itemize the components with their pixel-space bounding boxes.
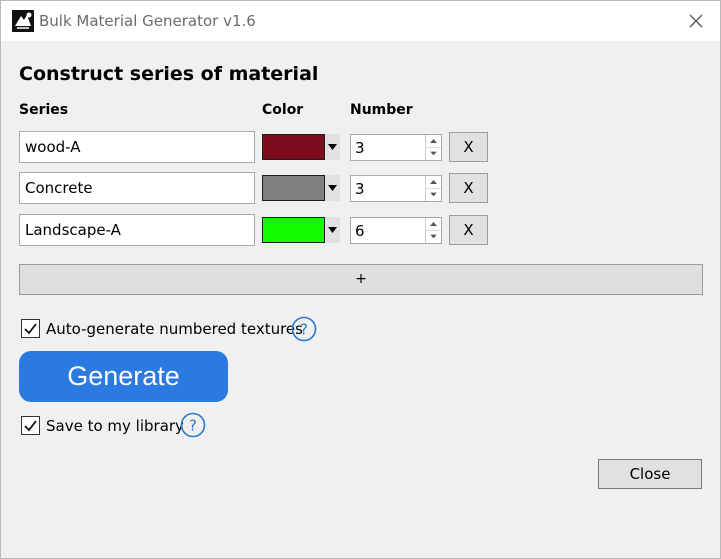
- number-stepper[interactable]: 3: [350, 175, 442, 202]
- window-title: Bulk Material Generator v1.6: [39, 12, 256, 30]
- series-row: Concrete 3 X: [1, 172, 721, 204]
- number-stepper[interactable]: 3: [350, 134, 442, 161]
- color-swatch[interactable]: [262, 175, 325, 201]
- generate-button[interactable]: Generate: [19, 351, 228, 402]
- chevron-down-icon[interactable]: [327, 184, 338, 192]
- remove-row-button[interactable]: X: [449, 215, 488, 245]
- number-value[interactable]: 6: [355, 222, 365, 240]
- color-picker[interactable]: [262, 217, 340, 243]
- svg-text:?: ?: [189, 417, 197, 435]
- series-name-input[interactable]: Landscape-A: [19, 214, 255, 246]
- number-stepper[interactable]: 6: [350, 217, 442, 244]
- save-library-label[interactable]: Save to my library: [46, 417, 184, 435]
- chevron-down-icon[interactable]: [327, 143, 338, 151]
- spin-up-icon[interactable]: [426, 218, 441, 230]
- close-button[interactable]: Close: [598, 459, 702, 489]
- add-row-button[interactable]: +: [19, 264, 703, 295]
- remove-row-button[interactable]: X: [449, 173, 488, 203]
- spin-down-icon[interactable]: [426, 230, 441, 242]
- chevron-down-icon[interactable]: [327, 226, 338, 234]
- svg-text:?: ?: [300, 321, 308, 339]
- color-swatch[interactable]: [262, 134, 325, 160]
- auto-generate-label[interactable]: Auto-generate numbered textures: [46, 320, 303, 338]
- spinner[interactable]: [425, 218, 441, 243]
- series-row: wood-A 3 X: [1, 131, 721, 163]
- number-column-header: Number: [350, 102, 413, 118]
- app-logo-icon: [12, 10, 34, 32]
- color-column-header: Color: [262, 102, 304, 118]
- spin-down-icon[interactable]: [426, 188, 441, 200]
- title-bar[interactable]: Bulk Material Generator v1.6: [1, 1, 720, 41]
- number-value[interactable]: 3: [355, 139, 365, 157]
- spin-up-icon[interactable]: [426, 135, 441, 147]
- spinner[interactable]: [425, 176, 441, 201]
- color-swatch[interactable]: [262, 217, 325, 243]
- spinner[interactable]: [425, 135, 441, 160]
- series-name-input[interactable]: wood-A: [19, 131, 255, 163]
- spin-down-icon[interactable]: [426, 147, 441, 159]
- series-column-header: Series: [19, 102, 69, 118]
- save-library-checkbox[interactable]: [21, 416, 40, 435]
- spin-up-icon[interactable]: [426, 176, 441, 188]
- auto-generate-checkbox[interactable]: [21, 319, 40, 338]
- color-picker[interactable]: [262, 134, 340, 160]
- close-icon[interactable]: [686, 11, 706, 31]
- question-circle-icon[interactable]: ?: [291, 316, 317, 342]
- bulk-material-generator-window: Bulk Material Generator v1.6 Construct s…: [0, 0, 721, 559]
- checkmark-icon: [24, 420, 37, 432]
- series-row: Landscape-A 6 X: [1, 214, 721, 246]
- series-name-input[interactable]: Concrete: [19, 172, 255, 204]
- page-title: Construct series of material: [19, 63, 319, 85]
- remove-row-button[interactable]: X: [449, 132, 488, 162]
- checkmark-icon: [24, 323, 37, 335]
- number-value[interactable]: 3: [355, 180, 365, 198]
- color-picker[interactable]: [262, 175, 340, 201]
- question-circle-icon[interactable]: ?: [180, 412, 206, 438]
